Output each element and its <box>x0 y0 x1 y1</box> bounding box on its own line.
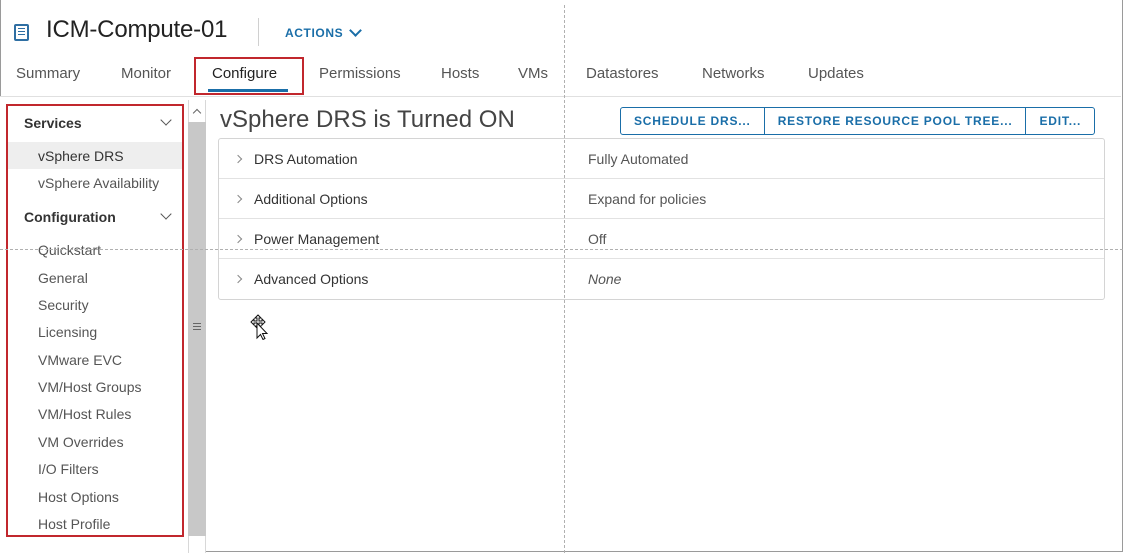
drs-button-group: SCHEDULE DRS... RESTORE RESOURCE POOL TR… <box>620 107 1096 135</box>
tab-monitor[interactable]: Monitor <box>121 65 171 82</box>
drs-settings-panel: DRS Automation Fully Automated Additiona… <box>218 138 1105 300</box>
tab-hosts[interactable]: Hosts <box>441 65 479 82</box>
chevron-right-icon[interactable] <box>233 194 243 204</box>
tab-updates[interactable]: Updates <box>808 65 864 82</box>
stack-row-drs-automation[interactable]: DRS Automation Fully Automated <box>219 139 1104 179</box>
row-label: Additional Options <box>254 191 368 207</box>
object-title: ICM-Compute-01 <box>46 16 228 43</box>
row-label: DRS Automation <box>254 151 358 167</box>
chevron-right-icon[interactable] <box>233 234 243 244</box>
row-value: Fully Automated <box>588 151 689 167</box>
chevron-right-icon[interactable] <box>233 154 243 164</box>
row-value: None <box>588 271 622 287</box>
sidebar-highlight-box <box>6 104 184 537</box>
actions-menu-button[interactable]: ACTIONS <box>285 24 363 40</box>
schedule-drs-button[interactable]: SCHEDULE DRS... <box>621 108 764 134</box>
header-divider <box>258 18 259 46</box>
chevron-down-icon <box>349 24 363 37</box>
row-label: Power Management <box>254 231 380 247</box>
tab-permissions[interactable]: Permissions <box>319 65 401 82</box>
tab-vms[interactable]: VMs <box>518 65 548 82</box>
tab-networks[interactable]: Networks <box>702 65 765 82</box>
stack-row-advanced-options[interactable]: Advanced Options None <box>219 259 1104 299</box>
actions-label: ACTIONS <box>285 26 344 40</box>
sidebar-scrollbar-thumb[interactable] <box>188 122 206 536</box>
horizontal-guide-line <box>0 249 1123 250</box>
page-title: vSphere DRS is Turned ON <box>220 106 515 133</box>
configure-tab-highlight-box <box>194 57 304 95</box>
restore-resource-pool-tree-button[interactable]: RESTORE RESOURCE POOL TREE... <box>763 108 1026 134</box>
tab-datastores[interactable]: Datastores <box>586 65 659 82</box>
resize-grip-icon[interactable] <box>193 323 201 324</box>
stack-row-power-management[interactable]: Power Management Off <box>219 219 1104 259</box>
cluster-icon <box>14 24 29 41</box>
move-cursor-icon <box>250 314 269 340</box>
vertical-guide-line <box>564 5 565 553</box>
stack-row-additional-options[interactable]: Additional Options Expand for policies <box>219 179 1104 219</box>
row-label: Advanced Options <box>254 271 369 287</box>
row-value: Off <box>588 231 607 247</box>
tab-summary[interactable]: Summary <box>16 65 80 82</box>
edit-button[interactable]: EDIT... <box>1025 108 1094 134</box>
chevron-right-icon[interactable] <box>233 274 243 284</box>
row-value: Expand for policies <box>588 191 707 207</box>
